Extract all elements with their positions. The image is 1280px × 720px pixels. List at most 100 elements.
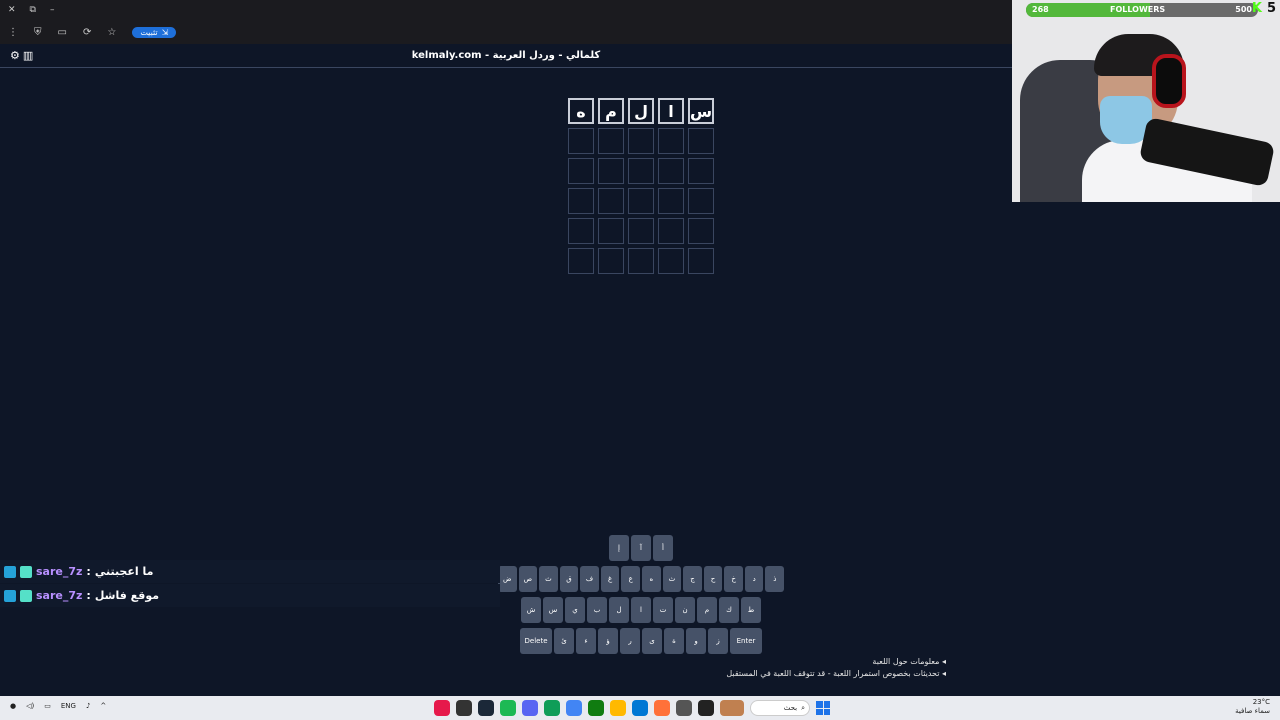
install-icon: ⇲ [161, 27, 169, 37]
keyboard-key[interactable]: ف [580, 566, 599, 592]
file-explorer-icon[interactable] [610, 700, 626, 716]
keyboard-key[interactable]: ر [620, 628, 640, 654]
taskbar-search[interactable]: بحث ⌕ [750, 700, 810, 716]
keyboard-key[interactable]: س [543, 597, 563, 623]
windows-start-icon[interactable] [816, 701, 830, 715]
obs-app-icon[interactable] [456, 700, 472, 716]
on-screen-keyboard: أآإ ذدخحجثهعغفقثصض طكمنتالبيسش Enter ز و ة ى… [497, 535, 785, 659]
microphone-icon[interactable]: ♪ [86, 702, 90, 710]
board-cell [658, 248, 684, 274]
keyboard-key[interactable]: ؤ [598, 628, 618, 654]
close-window-icon[interactable]: ✕ [8, 5, 16, 15]
keyboard-key[interactable]: ص [518, 566, 538, 592]
board-cell [598, 128, 624, 154]
steam-app-icon[interactable] [478, 700, 494, 716]
notification-icon[interactable]: ● [10, 702, 16, 710]
updates-label: تحديثات بخصوص استمرار اللعبة - قد تتوقف … [726, 669, 940, 678]
keyboard-key[interactable]: ب [587, 597, 607, 623]
keyboard-key[interactable]: أ [653, 535, 673, 561]
keyboard-key[interactable]: و [686, 628, 706, 654]
settings-icon[interactable]: ⚙ [10, 49, 20, 62]
chat-separator: : [86, 565, 91, 578]
star-icon[interactable]: ☆ [107, 27, 116, 38]
volume-icon[interactable]: ◁) [26, 702, 34, 710]
install-label: تثبيت [140, 27, 158, 37]
store-app-icon[interactable] [632, 700, 648, 716]
reload-icon[interactable]: ⟳ [83, 27, 91, 38]
weather-widget[interactable]: 23°C سماء صافية [1235, 698, 1270, 716]
board-cell [628, 218, 654, 244]
discord-app-icon[interactable] [522, 700, 538, 716]
keyboard-key[interactable]: ه [642, 566, 661, 592]
keyboard-row: Enter ز و ة ى ر ؤ ء ئ Delete [498, 628, 784, 654]
followers-goal-bar: 268 FOLLOWERS 500 [1026, 3, 1258, 17]
browser-chrome: ✕ ⧉ – ⋮ ⛨ ▭ ⟳ ☆ تثبيت ⇲ [0, 0, 1012, 44]
keyboard-key[interactable]: ئ [554, 628, 574, 654]
enter-key[interactable]: Enter [730, 628, 762, 654]
keyboard-key[interactable]: ا [631, 597, 651, 623]
tiktok-app-icon[interactable] [434, 700, 450, 716]
keyboard-key[interactable]: ق [559, 566, 579, 592]
install-button[interactable]: تثبيت ⇲ [132, 26, 177, 38]
keyboard-key[interactable]: ذ [765, 566, 785, 592]
keyboard-key[interactable]: ل [609, 597, 629, 623]
language-indicator[interactable]: ENG [61, 702, 76, 710]
keyboard-key[interactable]: غ [600, 566, 620, 592]
xbox-app-icon[interactable] [588, 700, 604, 716]
keyboard-key[interactable]: ش [521, 597, 541, 623]
widget-app-icon[interactable] [720, 700, 744, 716]
keyboard-key[interactable]: ث [539, 566, 558, 592]
board-cell [658, 128, 684, 154]
stats-icon[interactable]: ▥ [23, 49, 33, 62]
chrome-app-icon[interactable] [566, 700, 582, 716]
browser-app-icon[interactable] [654, 700, 670, 716]
kick-logo-letter: K [1251, 1, 1262, 16]
minimize-window-icon[interactable]: – [50, 5, 55, 15]
chat-badge-icon [4, 565, 16, 578]
board-cell [598, 158, 624, 184]
chat-text: ما اعجبتني [94, 565, 154, 578]
brand-mark: K 5 [1252, 1, 1276, 16]
board-cell [688, 248, 714, 274]
updates-link[interactable]: ◂ تحديثات بخصوص استمرار اللعبة - قد تتوق… [716, 668, 946, 680]
keyboard-key[interactable]: ء [576, 628, 596, 654]
spotify-app-icon[interactable] [500, 700, 516, 716]
keyboard-key[interactable]: إ [609, 535, 629, 561]
keyboard-key[interactable]: آ [631, 535, 651, 561]
keyboard-key[interactable]: ط [741, 597, 761, 623]
delete-key[interactable]: Delete [520, 628, 552, 654]
keyboard-key[interactable]: د [744, 566, 764, 592]
keyboard-key[interactable]: ج [683, 566, 702, 592]
keyboard-key[interactable]: ك [719, 597, 739, 623]
keyboard-key[interactable]: ة [664, 628, 684, 654]
keyboard-key[interactable]: ت [653, 597, 673, 623]
keyboard-key[interactable]: م [697, 597, 717, 623]
keyboard-key[interactable]: ع [621, 566, 640, 592]
keyboard-key[interactable]: ى [642, 628, 662, 654]
game-board: سالمه [566, 98, 714, 274]
keyboard-key[interactable]: ن [675, 597, 695, 623]
keyboard-key[interactable]: ي [565, 597, 585, 623]
search-label: بحث [783, 704, 798, 712]
site-header: ⚙ ▥ kelmaly.com - كلمالي - وردل العربية [0, 44, 1012, 68]
webcam-overlay: 268 FOLLOWERS 500 K 5 [1012, 0, 1280, 202]
keyboard-key[interactable]: ض [497, 566, 517, 592]
edge-app-icon[interactable] [544, 700, 560, 716]
weather-text: سماء صافية [1235, 707, 1270, 715]
board-cell [568, 158, 594, 184]
restore-window-icon[interactable]: ⧉ [30, 5, 36, 15]
keyboard-key[interactable]: ح [703, 566, 723, 592]
board-cell [658, 218, 684, 244]
keyboard-key[interactable]: ث [662, 566, 682, 592]
menu-icon[interactable]: ⋮ [8, 27, 18, 38]
board-cell: م [598, 98, 624, 124]
epic-app-icon[interactable] [698, 700, 714, 716]
tray-expand-icon[interactable]: ^ [100, 702, 106, 710]
terminal-app-icon[interactable] [676, 700, 692, 716]
keyboard-key[interactable]: خ [724, 566, 743, 592]
display-icon[interactable]: ▭ [44, 702, 51, 710]
about-game-link[interactable]: ◂ معلومات حول اللعبة [716, 656, 946, 668]
shield-icon[interactable]: ⛨ [34, 27, 42, 38]
keyboard-key[interactable]: ز [708, 628, 728, 654]
reader-icon[interactable]: ▭ [58, 27, 67, 38]
